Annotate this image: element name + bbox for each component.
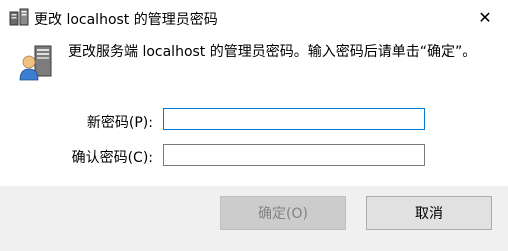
new-password-input[interactable] — [163, 108, 425, 130]
ok-button[interactable]: 确定(O) — [220, 196, 346, 230]
confirm-password-label: 确认密码(C): — [71, 150, 153, 166]
change-password-dialog: 更改 localhost 的管理员密码 ✕ 更改服务端 localhost 的管… — [0, 0, 508, 251]
new-password-label: 新密码(P): — [86, 115, 153, 131]
server-icon — [9, 8, 29, 26]
server-user-icon — [19, 45, 52, 81]
cancel-button[interactable]: 取消 — [366, 196, 492, 230]
title-bar[interactable]: 更改 localhost 的管理员密码 ✕ — [0, 0, 508, 34]
dialog-message: 更改服务端 localhost 的管理员密码。输入密码后请单击“确定”。 — [68, 44, 477, 60]
window-title: 更改 localhost 的管理员密码 — [34, 12, 218, 28]
close-button[interactable]: ✕ — [462, 0, 508, 34]
confirm-password-input[interactable] — [163, 144, 425, 166]
close-icon: ✕ — [478, 7, 492, 27]
